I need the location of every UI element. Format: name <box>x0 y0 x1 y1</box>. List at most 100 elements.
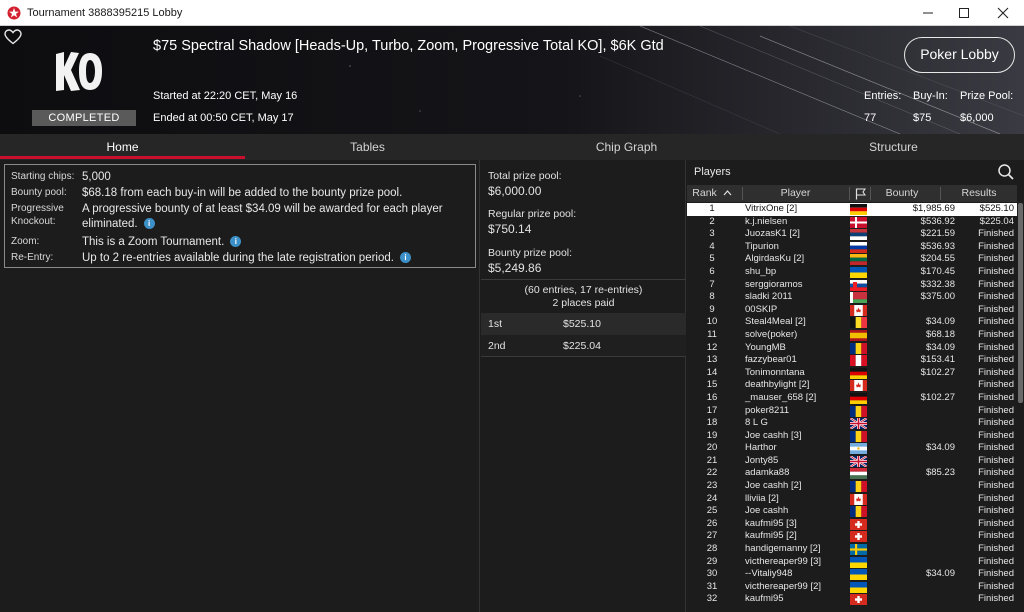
player-row[interactable]: 2 k.j.nielsen $536.92 $225.04 <box>687 216 1017 229</box>
players-header: Players <box>687 160 1024 184</box>
player-row[interactable]: 19 Joe cashh [3] Finished <box>687 430 1017 443</box>
player-rank: 24 <box>706 492 718 504</box>
player-name: k.j.nielsen <box>745 215 788 227</box>
player-row[interactable]: 24 lliviia [2] Finished <box>687 493 1017 506</box>
player-bounty: $34.09 <box>925 316 955 328</box>
player-rank: 14 <box>706 366 718 378</box>
tab-chip-graph[interactable]: Chip Graph <box>490 134 763 160</box>
reentry-value: Up to 2 re-entries available during the … <box>82 251 467 266</box>
player-row[interactable]: 3 JuozasK1 [2] $221.59 Finished <box>687 228 1017 241</box>
zoom-info-icon[interactable]: i <box>230 236 242 248</box>
player-row[interactable]: 4 Tipurion $536.93 Finished <box>687 241 1017 254</box>
player-result: Finished <box>978 228 1014 240</box>
col-rank[interactable]: Rank <box>687 185 737 202</box>
player-result: Finished <box>978 316 1014 328</box>
player-result: Finished <box>978 467 1014 479</box>
canada-flag-icon <box>850 304 867 316</box>
players-scrollbar[interactable] <box>1018 203 1023 403</box>
favorite-heart-icon[interactable] <box>4 29 22 45</box>
player-name: solve(poker) <box>745 328 798 340</box>
player-row[interactable]: 26 kaufmi95 [3] Finished <box>687 518 1017 531</box>
player-row[interactable]: 28 handigemanny [2] Finished <box>687 543 1017 556</box>
player-rank: 25 <box>706 505 718 517</box>
player-row[interactable]: 7 serggioramos $332.38 Finished <box>687 279 1017 292</box>
player-name: Joe cashh [2] <box>745 480 802 492</box>
player-result: Finished <box>978 580 1014 592</box>
status-badge: COMPLETED <box>32 110 136 126</box>
player-row[interactable]: 27 kaufmi95 [2] Finished <box>687 530 1017 543</box>
total-prize-value: $6,000.00 <box>488 184 542 198</box>
starting-chips-label: Starting chips: <box>11 171 75 182</box>
col-country[interactable] <box>850 185 870 202</box>
player-row[interactable]: 16 _mauser_658 [2] $102.27 Finished <box>687 392 1017 405</box>
player-row[interactable]: 10 Steal4Meal [2] $34.09 Finished <box>687 316 1017 329</box>
player-name: Joe cashh [3] <box>745 429 802 441</box>
player-row[interactable]: 12 YoungMB $34.09 Finished <box>687 342 1017 355</box>
player-row[interactable]: 14 Tonimonntana $102.27 Finished <box>687 367 1017 380</box>
player-row[interactable]: 18 8 L G Finished <box>687 417 1017 430</box>
player-row[interactable]: 23 Joe cashh [2] Finished <box>687 480 1017 493</box>
players-list: 1 VitrixOne [2] $1,985.69 $525.10 2 k.j.niels… <box>687 203 1017 606</box>
col-bounty[interactable]: Bounty <box>871 185 933 202</box>
player-row[interactable]: 30 --Vitaliy948 $34.09 Finished <box>687 568 1017 581</box>
col-results[interactable]: Results <box>941 185 1017 202</box>
player-row[interactable]: 17 poker8211 Finished <box>687 405 1017 418</box>
player-rank: 13 <box>706 354 718 366</box>
player-row[interactable]: 32 kaufmi95 Finished <box>687 593 1017 606</box>
regular-prize-value: $750.14 <box>488 222 532 236</box>
player-row[interactable]: 8 sladki 2011 $375.00 Finished <box>687 291 1017 304</box>
entries-count: (60 entries, 17 re-entries) <box>524 284 643 296</box>
belgium-flag-icon <box>850 317 867 329</box>
player-result: $225.04 <box>979 215 1014 227</box>
player-row[interactable]: 1 VitrixOne [2] $1,985.69 $525.10 <box>687 203 1017 216</box>
progressive-label-line2: Knockout: <box>11 216 56 227</box>
tab-tables[interactable]: Tables <box>245 134 490 160</box>
zoom-label: Zoom: <box>11 236 40 247</box>
zoom-text: This is a Zoom Tournament. <box>82 236 225 248</box>
player-bounty: $102.27 <box>920 366 955 378</box>
player-row[interactable]: 31 victhereaper99 [2] Finished <box>687 581 1017 594</box>
slovakia-flag-icon <box>850 279 867 291</box>
player-result: Finished <box>978 291 1014 303</box>
player-row[interactable]: 21 Jonty85 Finished <box>687 455 1017 468</box>
player-name: kaufmi95 [2] <box>745 530 797 542</box>
starting-chips-value: 5,000 <box>82 171 111 183</box>
player-row[interactable]: 6 shu_bp $170.45 Finished <box>687 266 1017 279</box>
progressive-info-icon[interactable]: i <box>143 218 155 230</box>
players-panel: Players Rank Player Bounty Results 1 Vit… <box>687 160 1024 612</box>
player-bounty: $34.09 <box>925 341 955 353</box>
maximize-button[interactable] <box>946 0 982 26</box>
search-icon[interactable] <box>997 163 1015 181</box>
player-result: Finished <box>978 555 1014 567</box>
player-name: VitrixOne [2] <box>745 203 798 214</box>
player-row[interactable]: 11 solve(poker) $68.18 Finished <box>687 329 1017 342</box>
player-row[interactable]: 22 adamka88 $85.23 Finished <box>687 467 1017 480</box>
player-row[interactable]: 29 victhereaper99 [3] Finished <box>687 556 1017 569</box>
tab-structure[interactable]: Structure <box>763 134 1024 160</box>
close-button[interactable] <box>985 0 1021 26</box>
reentry-info-icon[interactable]: i <box>399 252 411 264</box>
prizepool-value: $6,000 <box>960 112 994 124</box>
col-player[interactable]: Player <box>743 185 848 202</box>
player-name: adamka88 <box>745 467 790 479</box>
player-row[interactable]: 5 AlgirdasKu [2] $204.55 Finished <box>687 253 1017 266</box>
player-name: YoungMB <box>745 341 786 353</box>
player-name: shu_bp <box>745 265 777 277</box>
player-name: serggioramos <box>745 278 803 290</box>
player-name: deathbylight [2] <box>745 379 810 391</box>
player-row[interactable]: 13 fazzybear01 $153.41 Finished <box>687 354 1017 367</box>
player-rank: 4 <box>709 240 715 252</box>
player-row[interactable]: 15 deathbylight [2] Finished <box>687 379 1017 392</box>
player-row[interactable]: 9 00SKIP Finished <box>687 304 1017 317</box>
minimize-button[interactable] <box>910 0 946 26</box>
player-result: Finished <box>978 379 1014 391</box>
player-name: Jonty85 <box>745 454 779 466</box>
player-row[interactable]: 20 Harthor $34.09 Finished <box>687 442 1017 455</box>
regular-prize-label: Regular prize pool: <box>488 208 577 220</box>
player-name: lliviia [2] <box>745 492 779 504</box>
player-name: Tipurion <box>745 240 779 252</box>
player-row[interactable]: 25 Joe cashh Finished <box>687 505 1017 518</box>
player-rank: 19 <box>706 429 718 441</box>
player-bounty: $85.23 <box>925 467 955 479</box>
poker-lobby-button[interactable]: Poker Lobby <box>904 37 1015 73</box>
